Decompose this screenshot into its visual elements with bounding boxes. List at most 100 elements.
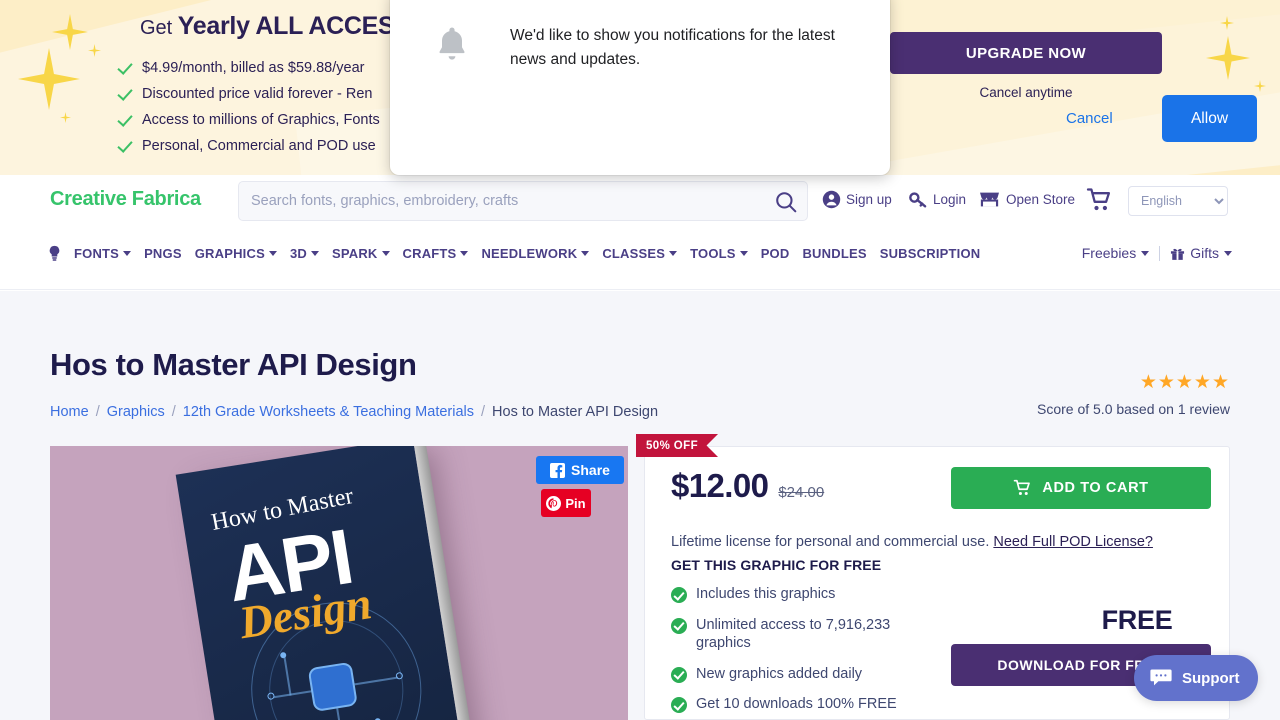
nav-item-3d[interactable]: 3D (290, 246, 319, 261)
nav-item-subscription[interactable]: SUBSCRIPTION (880, 246, 981, 261)
site-logo[interactable]: Creative Fabrica (50, 188, 201, 211)
book-spine (413, 446, 476, 720)
nav-label: FONTS (74, 246, 120, 261)
chevron-down-icon (1141, 250, 1150, 256)
breadcrumb-item-graphics[interactable]: Graphics (107, 404, 165, 420)
promo-bullet: Personal, Commercial and POD use (118, 133, 380, 159)
nav-label: POD (760, 246, 790, 261)
nav-item-gifts[interactable]: Gifts (1170, 245, 1232, 261)
nav-item-freebies[interactable]: Freebies (1082, 245, 1150, 261)
chevron-down-icon (268, 251, 277, 256)
page-root: Get Yearly ALL ACCESS, $4.99/month, bill… (0, 0, 1280, 720)
notification-cancel-button[interactable]: Cancel (1054, 102, 1125, 135)
promo-bullet: Discounted price valid forever - Ren (118, 81, 380, 107)
facebook-icon (550, 462, 566, 478)
support-widget-button[interactable]: Support (1134, 655, 1258, 701)
login-link[interactable]: Login (908, 190, 966, 209)
nav-label: CRAFTS (402, 246, 457, 261)
chevron-down-icon (123, 251, 132, 256)
pod-license-link[interactable]: Need Full POD License? (993, 534, 1153, 550)
store-icon (980, 192, 999, 207)
breadcrumb-separator: / (95, 404, 100, 420)
feature-label: Get 10 downloads 100% FREE (696, 696, 897, 713)
promo-bullet-label: Personal, Commercial and POD use (142, 138, 376, 154)
promo-bullet-label: $4.99/month, billed as $59.88/year (142, 60, 365, 76)
search-bar[interactable] (238, 181, 808, 221)
breadcrumb-item-category[interactable]: 12th Grade Worksheets & Teaching Materia… (183, 404, 474, 420)
nav-item-classes[interactable]: CLASSES (602, 246, 678, 261)
product-image[interactable]: How to Master API Design (50, 446, 628, 720)
promo-bullet-list: $4.99/month, billed as $59.88/year Disco… (118, 55, 380, 159)
notification-message: We'd like to show you notifications for … (510, 27, 835, 68)
breadcrumb-item-home[interactable]: Home (50, 404, 89, 420)
nav-secondary-items: Freebies Gifts (1082, 245, 1232, 261)
current-price: $12.00 (671, 467, 769, 504)
chevron-down-icon (1224, 250, 1232, 256)
signup-label: Sign up (846, 192, 892, 207)
search-button[interactable] (773, 189, 799, 215)
cancel-anytime-note: Cancel anytime (979, 85, 1073, 100)
add-to-cart-label: ADD TO CART (1042, 480, 1149, 496)
chevron-down-icon (669, 251, 678, 256)
pinterest-pin-button[interactable]: Pin (541, 489, 591, 517)
feature-label: New graphics added daily (696, 665, 863, 682)
nav-item-needlework[interactable]: NEEDLEWORK (481, 246, 590, 261)
nav-label: NEEDLEWORK (481, 246, 578, 261)
chevron-down-icon (381, 251, 390, 256)
cart-icon (1014, 479, 1031, 496)
main-nav: FONTS PNGS GRAPHICS 3D SPARK CRAFTS NEED… (0, 245, 1280, 275)
cart-link[interactable] (1086, 187, 1113, 213)
promo-headline-prefix: Get (140, 17, 178, 39)
promo-bullet: Access to millions of Graphics, Fonts (118, 107, 380, 133)
feature-item: Unlimited access to 7,916,233 graphics (671, 616, 931, 653)
upgrade-now-button[interactable]: UPGRADE NOW (890, 32, 1162, 74)
facebook-share-label: Share (571, 462, 610, 478)
nav-item-pod[interactable]: POD (761, 246, 790, 261)
search-icon (776, 192, 797, 213)
nav-label: PNGS (144, 246, 182, 261)
feature-label: Includes this graphics (696, 586, 836, 602)
nav-item-fonts[interactable]: FONTS (74, 246, 132, 261)
breadcrumb: Home / Graphics / 12th Grade Worksheets … (50, 404, 658, 420)
nav-item-crafts[interactable]: CRAFTS (403, 246, 469, 261)
license-text: Lifetime license for personal and commer… (671, 534, 1153, 550)
promo-bullet-label: Discounted price valid forever - Ren (142, 86, 373, 102)
notification-allow-button[interactable]: Allow (1162, 95, 1257, 142)
nav-item-pngs[interactable]: PNGS (144, 246, 182, 261)
open-store-label: Open Store (1006, 192, 1076, 207)
support-label: Support (1182, 669, 1240, 687)
nav-label: SPARK (331, 246, 378, 261)
nav-label: 3D (289, 246, 307, 261)
feature-item: New graphics added daily (671, 665, 931, 684)
cart-icon (1086, 188, 1111, 211)
check-circle-icon (671, 587, 687, 603)
nav-label: Gifts (1190, 245, 1219, 261)
check-icon (118, 87, 132, 101)
search-input[interactable] (251, 182, 771, 220)
feature-label: Unlimited access to 7,916,233 graphics (696, 616, 891, 652)
add-to-cart-button[interactable]: ADD TO CART (951, 467, 1211, 509)
book-cover: How to Master API Design (175, 446, 476, 720)
nav-item-spark[interactable]: SPARK (332, 246, 390, 261)
check-circle-icon (671, 697, 687, 714)
nav-item-bundles[interactable]: BUNDLES (802, 246, 866, 261)
check-circle-icon (671, 617, 687, 634)
open-store-link[interactable]: Open Store (978, 190, 1075, 209)
check-icon (118, 61, 132, 75)
nav-item-tools[interactable]: TOOLS (690, 246, 748, 261)
breadcrumb-separator: / (171, 404, 176, 420)
lightbulb-icon (48, 245, 61, 262)
signup-link[interactable]: Sign up (822, 190, 892, 209)
promo-bullet-label: Access to millions of Graphics, Fonts (142, 112, 380, 128)
pinterest-pin-label: Pin (565, 495, 586, 511)
facebook-share-button[interactable]: Share (536, 456, 624, 484)
check-icon (118, 139, 132, 153)
check-icon (118, 113, 132, 127)
nav-label: TOOLS (690, 246, 736, 261)
feature-item: Includes this graphics (671, 585, 931, 604)
language-select[interactable]: English (1128, 186, 1228, 216)
gift-icon (1171, 248, 1185, 260)
pinterest-icon (546, 495, 562, 511)
promo-headline-strong: Yearly ALL ACCESS (177, 12, 411, 40)
nav-item-graphics[interactable]: GRAPHICS (195, 246, 277, 261)
